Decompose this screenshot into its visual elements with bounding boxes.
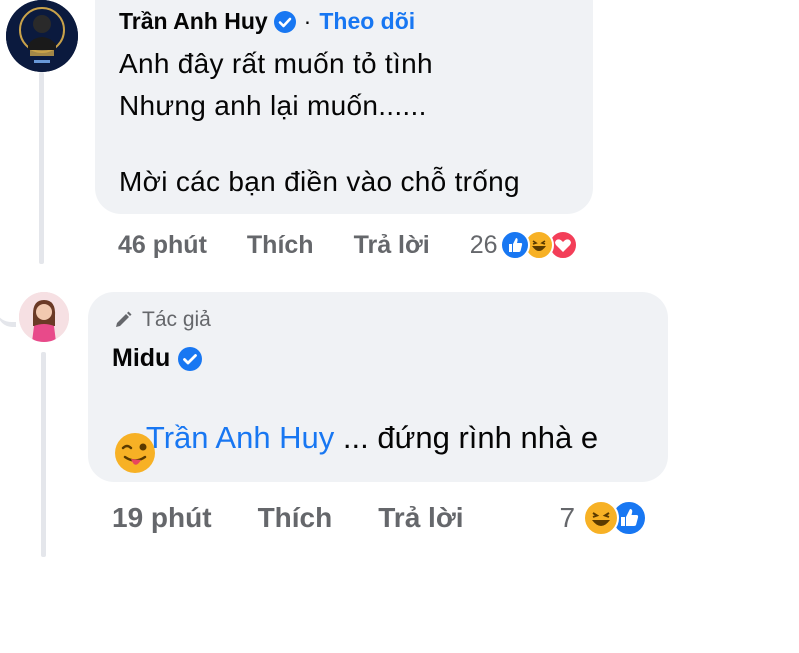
author-badge: Tác giả bbox=[142, 308, 211, 331]
reply-bubble: Tác giả Midu Trần Anh Huy ... đứng rình … bbox=[88, 292, 668, 482]
reply-link[interactable]: Trả lời bbox=[378, 502, 463, 534]
comment-time[interactable]: 46 phút bbox=[118, 231, 207, 260]
reply-avatar[interactable] bbox=[19, 292, 69, 342]
reply-link[interactable]: Trả lời bbox=[354, 231, 430, 260]
thread-line bbox=[41, 352, 46, 557]
reply-author[interactable]: Midu bbox=[112, 344, 170, 373]
reactions-summary[interactable] bbox=[499, 230, 578, 260]
thread-line bbox=[39, 72, 44, 264]
separator-dot: · bbox=[303, 8, 312, 34]
reply-time[interactable]: 19 phút bbox=[112, 502, 212, 534]
winking-tongue-face-icon bbox=[112, 430, 158, 481]
reply-branch bbox=[0, 296, 16, 327]
reply-meta-row: 19 phút Thích Trả lời 7 bbox=[112, 500, 648, 536]
haha-icon bbox=[583, 500, 620, 536]
comment-text-line: Mời các bạn điền vào chỗ trống bbox=[119, 166, 520, 197]
verified-badge-icon bbox=[273, 10, 296, 33]
comment-author[interactable]: Trần Anh Huy bbox=[119, 8, 268, 35]
like-link[interactable]: Thích bbox=[247, 231, 314, 260]
avatar-image bbox=[6, 0, 78, 72]
pencil-icon bbox=[116, 311, 132, 327]
reactions-summary[interactable] bbox=[583, 500, 648, 536]
reply-text: ... đứng rình nhà e bbox=[334, 420, 599, 455]
like-link[interactable]: Thích bbox=[258, 502, 333, 534]
follow-link[interactable]: Theo dõi bbox=[319, 8, 415, 35]
comment-text-line: Anh đây rất muốn tỏ tình bbox=[119, 48, 433, 79]
like-icon bbox=[499, 230, 530, 260]
comment-meta-row: 46 phút Thích Trả lời 26 bbox=[118, 230, 578, 260]
comment-text-line: Nhưng anh lại muốn...... bbox=[119, 90, 427, 121]
mention-link[interactable]: Trần Anh Huy bbox=[146, 420, 334, 455]
comment-bubble: Trần Anh Huy · Theo dõi Anh đây rất muốn… bbox=[95, 0, 593, 214]
reaction-count[interactable]: 26 bbox=[470, 231, 498, 260]
avatar-image bbox=[19, 292, 69, 342]
verified-badge-icon bbox=[178, 346, 203, 371]
avatar[interactable] bbox=[6, 0, 78, 72]
reaction-count[interactable]: 7 bbox=[560, 502, 576, 534]
